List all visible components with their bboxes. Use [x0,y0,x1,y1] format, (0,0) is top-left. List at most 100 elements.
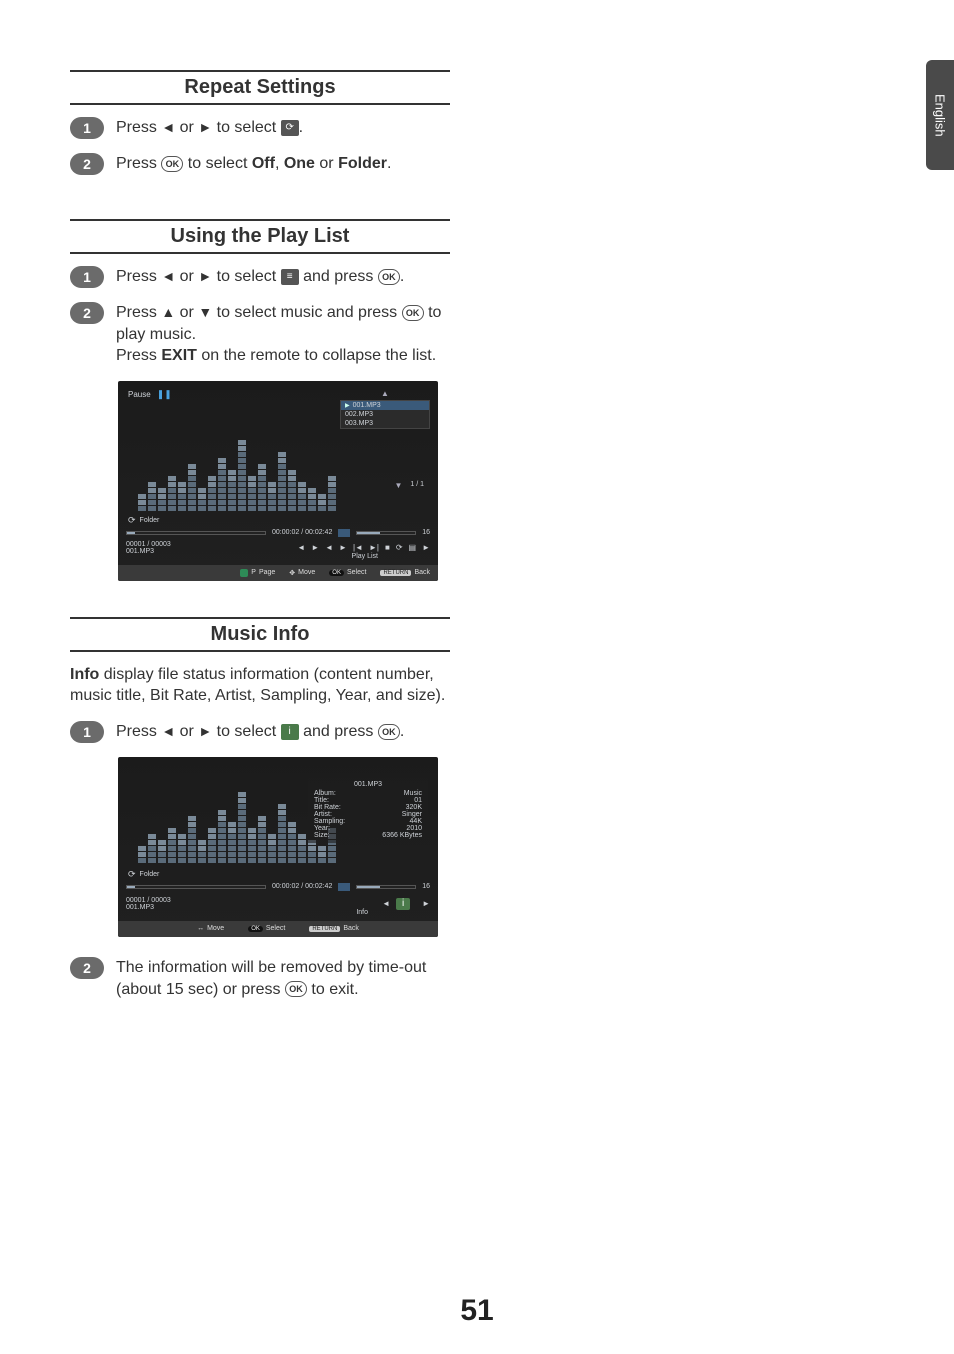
section-repeat-title: Repeat Settings [70,72,450,103]
language-tab: English [926,60,954,170]
step-badge-2: 2 [70,153,104,175]
move-label: Move [207,925,224,932]
volume-bar[interactable] [356,885,416,889]
section-musicinfo-title: Music Info [70,619,450,650]
step-badge-2: 2 [70,302,104,324]
info-val: 320K [406,804,422,811]
right-arrow-icon: ► [198,118,212,137]
section-playlist-title: Using the Play List [70,221,450,252]
step-back-icon[interactable]: ◄ [325,543,333,552]
ok-icon: OK [378,269,400,285]
section-playlist-header: Using the Play List [70,219,450,254]
playlist-item[interactable]: 003.MP3 [341,419,429,428]
next-icon[interactable]: ►| [369,543,379,552]
info-icon: i [281,724,299,740]
equalizer [138,785,308,863]
repeat-mode-label: Folder [140,871,160,878]
volume-icon [338,883,350,891]
playlist-item-label: 001.MP3 [353,402,381,409]
repeat-mode: ⟳ Folder [128,515,159,526]
info-panel: 001.MP3 Album:Music Title:01 Bit Rate:32… [308,777,428,843]
scroll-down-icon[interactable]: ▼ [394,481,402,490]
stop-icon[interactable]: ■ [385,543,390,552]
hint-move: ✥ Move [289,569,315,577]
hint-select: OK Select [248,925,285,932]
left-arrow-icon: ◄ [161,118,175,137]
info-row: Title:01 [314,797,422,804]
equalizer [138,421,308,511]
hint-page: P Page [240,569,275,577]
left-arrow-icon: ◄ [161,722,175,741]
info-row: Size:6366 KBytes [314,832,422,839]
time-display: 00:00:02 / 00:02:42 [272,529,332,536]
text: The information will be removed by time-… [116,959,426,998]
repeat-icon[interactable]: ⟳ [396,543,403,552]
repeat-step-2-text: Press OK to select Off, One or Folder. [116,153,450,175]
text: to select [217,723,281,740]
text: to select [188,155,252,172]
volume-bar[interactable] [356,531,416,535]
progress-bar[interactable] [126,531,266,535]
text: display file status information (content… [70,666,445,705]
page-number: 51 [0,1294,954,1328]
playback-status: Pause ❚❚ [128,389,172,400]
repeat-step-1-text: Press ◄ or ► to select ⟳. [116,117,450,139]
text: or [315,155,338,172]
playlist-caption: Play List [352,553,378,560]
page-label: Page [259,569,275,576]
left-arrow-icon: ◄ [161,267,175,286]
info-header: 001.MP3 [314,781,422,788]
timeline-row: 00:00:02 / 00:02:42 16 [118,529,438,537]
meta-row: 00001 / 00003 001.MP3 ◄ ► ◄ ► |◄ ►| ■ ⟳ … [126,541,430,555]
info-icon[interactable]: i [396,898,410,910]
return-chip: RETURN [309,926,340,932]
text: or [180,304,199,321]
ok-icon: OK [402,305,424,321]
back-label: Back [343,925,359,932]
playlist-item-selected[interactable]: ▶001.MP3 [341,401,429,410]
language-label: English [933,94,948,137]
step-fwd-icon[interactable]: ► [339,543,347,552]
playlist-panel: ▲ ▶001.MP3 002.MP3 003.MP3 ▼ 1 / 1 [340,389,430,490]
progress-bar[interactable] [126,885,266,889]
rew-icon[interactable]: ◄ [297,543,305,552]
pause-icon: ❚❚ [157,389,172,400]
musicinfo-step-2: 2 The information will be removed by tim… [70,957,450,1000]
fwd-icon[interactable]: ► [311,543,319,552]
timeline-row: 00:00:02 / 00:02:42 16 [118,883,438,891]
p-label: P [251,569,256,576]
move-label: Move [298,569,315,576]
more-icon[interactable]: ► [422,543,430,552]
right-arrow-icon: ► [198,267,212,286]
text: Press [116,155,161,172]
text: Press [116,268,161,285]
info-val: 6366 KBytes [382,832,422,839]
text: or [180,723,199,740]
track-file: 001.MP3 [126,548,171,555]
text: . [400,268,404,285]
right-arrow-icon: ► [198,722,212,741]
playlist-screenshot: Pause ❚❚ ▲ ▶001.MP3 002.MP3 003.MP3 ▼ 1 … [118,381,438,581]
ok-icon: OK [378,724,400,740]
hint-back: RETURN Back [380,569,430,576]
p-icon [240,569,248,577]
prev-ctrl-icon[interactable]: ◄ [382,899,390,908]
info-val: 01 [414,797,422,804]
list-icon: ≡ [281,269,299,285]
repeat-mode-label: Folder [140,517,160,524]
hint-bar: P Page ✥ Move OK Select RETURN Back [118,565,438,581]
musicinfo-step-1-text: Press ◄ or ► to select i and press OK. [116,721,450,743]
prev-icon[interactable]: |◄ [353,543,363,552]
next-ctrl-icon[interactable]: ► [422,899,430,908]
option-folder: Folder [338,155,387,172]
playlist-item[interactable]: 002.MP3 [341,410,429,419]
text: . [387,155,391,172]
text: Press [116,304,161,321]
section-repeat-header: Repeat Settings [70,70,450,105]
info-val: 44K [410,818,422,825]
list-icon[interactable]: ▤ [409,543,417,552]
info-row: Sampling:44K [314,818,422,825]
volume-value: 16 [422,529,430,536]
text: . [400,723,404,740]
scroll-up-icon[interactable]: ▲ [340,389,430,398]
